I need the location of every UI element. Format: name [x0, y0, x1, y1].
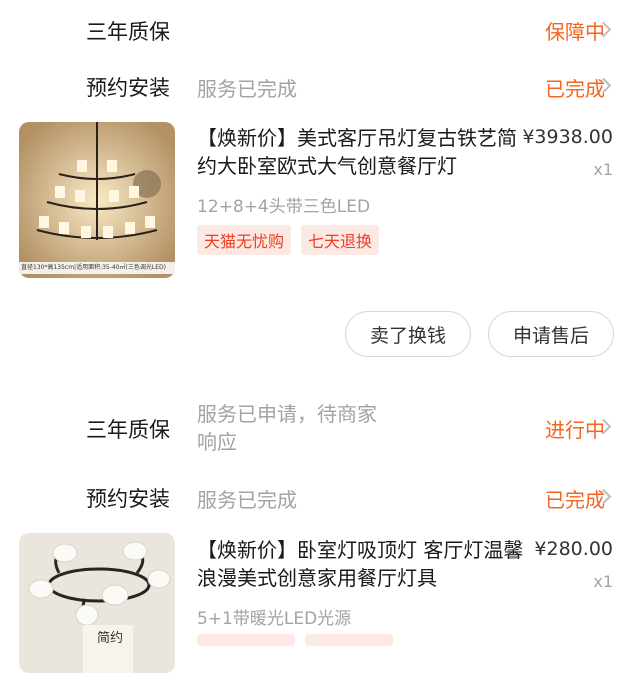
product-title[interactable]: 【焕新价】卧室灯吸顶灯 客厅灯温馨浪漫美式创意家用餐厅灯具 [197, 536, 527, 592]
install-service-text: 服务已完成 [197, 488, 297, 512]
product-tags: 天猫无忧购 七天退换 [197, 225, 380, 255]
product-image[interactable]: 简约 [19, 533, 175, 673]
install-status[interactable]: 已完成 [545, 484, 605, 513]
product-image[interactable]: 直径130*高135cm|适用面积:35-40㎡(三色调光LED) [19, 122, 175, 278]
product-quantity: x1 [593, 160, 613, 179]
chandelier-image [19, 122, 175, 278]
image-caption: 简约 [97, 631, 124, 646]
product-title[interactable]: 【焕新价】美式客厅吊灯复古铁艺简约大卧室欧式大气创意餐厅灯 [197, 124, 527, 180]
install-status[interactable]: 已完成 [545, 73, 605, 102]
warranty-status[interactable]: 进行中 [545, 414, 605, 443]
product-tags [197, 634, 393, 646]
product-price: ¥3938.00 [522, 126, 613, 148]
warranty-label: 三年质保 [86, 418, 170, 442]
warranty-service-line2: 响应 [197, 430, 237, 454]
image-caption: 直径130*高135cm|适用面积:35-40㎡(三色调光LED) [21, 264, 166, 271]
warranty-service-text: 服务已申请，待商家 响应 [197, 400, 377, 456]
install-service-text: 服务已完成 [197, 77, 297, 101]
sell-button[interactable]: 卖了换钱 [345, 311, 471, 357]
install-label: 预约安装 [86, 76, 170, 100]
product-quantity: x1 [593, 572, 613, 591]
aftersale-button[interactable]: 申请售后 [488, 311, 614, 357]
tag-seven-day-return: 七天退换 [301, 225, 380, 255]
product-spec: 5+1带暖光LED光源 [197, 609, 352, 629]
ceiling-lamp-image [19, 533, 175, 673]
warranty-service-line1: 服务已申请，待商家 [197, 402, 377, 426]
product-spec: 12+8+4头带三色LED [197, 197, 371, 217]
tag-placeholder [305, 634, 393, 646]
product-price: ¥280.00 [534, 538, 613, 560]
warranty-label: 三年质保 [86, 20, 170, 44]
tag-placeholder [197, 634, 295, 646]
tag-tmall-worry-free: 天猫无忧购 [197, 225, 292, 255]
install-label: 预约安装 [86, 487, 170, 511]
